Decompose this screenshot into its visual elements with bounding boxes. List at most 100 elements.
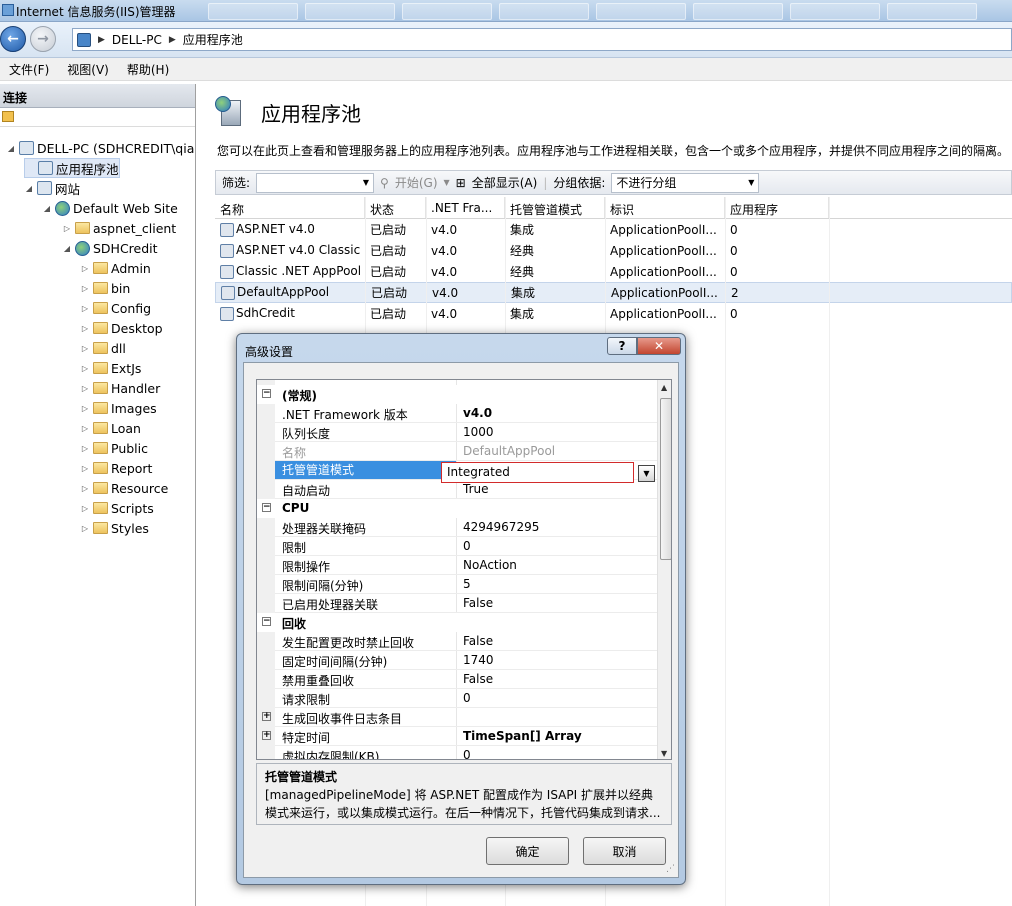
tree-node[interactable]: ◢ DELL-PC (SDHCREDIT\qian xyxy=(6,138,195,158)
tree-expander-icon[interactable]: ▷ xyxy=(80,484,90,493)
expand-icon[interactable]: + xyxy=(262,712,271,721)
tree-node[interactable]: ▷ dll xyxy=(80,338,126,358)
property-row[interactable]: 限制操作 NoAction xyxy=(257,556,660,575)
property-row[interactable]: + 生成回收事件日志条目 xyxy=(257,708,660,727)
taskbar-ghost xyxy=(887,3,977,20)
tree-node[interactable]: ▷ Resource xyxy=(80,478,168,498)
property-row[interactable]: 限制间隔(分钟) 5 xyxy=(257,575,660,594)
property-row[interactable]: 虚拟内存限制(KB) 0 xyxy=(257,746,660,759)
tree-node[interactable]: ▷ Images xyxy=(80,398,157,418)
column-header-identity[interactable]: 标识 xyxy=(605,197,725,218)
property-grid[interactable]: − (常规) .NET Framework 版本 v4.0 队列长度 1000 名称 Defa… xyxy=(256,379,672,760)
property-row[interactable]: 队列长度 1000 xyxy=(257,423,660,442)
column-header-name[interactable]: 名称 xyxy=(215,197,365,218)
start-button[interactable]: 开始(G) xyxy=(395,174,438,191)
close-button[interactable]: ✕ xyxy=(637,337,681,355)
back-button[interactable]: ← xyxy=(0,26,26,52)
tree-expander-icon[interactable]: ▷ xyxy=(80,284,90,293)
tree-node[interactable]: ▷ Public xyxy=(80,438,148,458)
property-category[interactable]: − (常规) xyxy=(257,385,660,404)
tree-expander-icon[interactable]: ▷ xyxy=(80,264,90,273)
connect-icon[interactable] xyxy=(2,111,14,122)
tree-expander-icon[interactable]: ◢ xyxy=(24,184,34,193)
tree-node[interactable]: ▷ Config xyxy=(80,298,151,318)
column-header-net[interactable]: .NET Fra... xyxy=(426,197,505,218)
tree-expander-icon[interactable]: ▷ xyxy=(80,384,90,393)
column-header-apps[interactable]: 应用程序 xyxy=(725,197,829,218)
tree-expander-icon[interactable]: ▷ xyxy=(80,304,90,313)
tree-node[interactable]: ▷ Desktop xyxy=(80,318,163,338)
property-row[interactable]: 处理器关联掩码 4294967295 xyxy=(257,518,660,537)
menu-help[interactable]: 帮助(H) xyxy=(118,61,178,78)
tree-node[interactable]: 应用程序池 xyxy=(24,158,120,178)
resize-grip-icon[interactable]: ⋰ xyxy=(666,864,675,874)
breadcrumb-app-pools[interactable]: 应用程序池 xyxy=(183,31,243,48)
tree-expander-icon[interactable]: ▷ xyxy=(80,404,90,413)
tree-node[interactable]: ◢ SDHCredit xyxy=(62,238,158,258)
app-pool-icon xyxy=(220,243,234,258)
property-row[interactable]: + 特定时间 TimeSpan[] Array xyxy=(257,727,660,746)
pipeline-mode-dropdown-button[interactable]: ▼ xyxy=(638,465,655,482)
tree-node[interactable]: ▷ Report xyxy=(80,458,153,478)
forward-button[interactable]: → xyxy=(30,26,56,52)
column-header-pipeline[interactable]: 托管管道模式 xyxy=(505,197,605,218)
scroll-down-icon[interactable]: ▼ xyxy=(661,749,667,758)
scrollbar-thumb[interactable] xyxy=(660,398,671,560)
help-button[interactable]: ? xyxy=(607,337,637,355)
tree-expander-icon[interactable]: ▷ xyxy=(62,224,72,233)
tree-expander-icon[interactable]: ▷ xyxy=(80,524,90,533)
show-all-button[interactable]: 全部显示(A) xyxy=(472,174,538,191)
tree-expander-icon[interactable]: ▷ xyxy=(80,324,90,333)
filter-input[interactable]: ▼ xyxy=(256,172,375,193)
property-category[interactable]: − 回收 xyxy=(257,613,660,632)
property-row[interactable]: 禁用重叠回收 False xyxy=(257,670,660,689)
tree-expander-icon[interactable]: ▷ xyxy=(80,364,90,373)
table-row[interactable]: SdhCredit 已启动 v4.0 集成 ApplicationPoolI... 0 xyxy=(215,303,1012,324)
property-row[interactable]: 已启用处理器关联 False xyxy=(257,594,660,613)
tree-expander-icon[interactable]: ▷ xyxy=(80,464,90,473)
cancel-button[interactable]: 取消 xyxy=(583,837,666,865)
tree-expander-icon[interactable]: ▷ xyxy=(80,344,90,353)
property-row[interactable]: 名称 DefaultAppPool xyxy=(257,442,660,461)
table-row[interactable]: ASP.NET v4.0 已启动 v4.0 集成 ApplicationPoolI...… xyxy=(215,219,1012,240)
property-grid-scrollbar[interactable]: ▲ ▼ xyxy=(657,380,671,759)
tree-node[interactable]: ▷ aspnet_client xyxy=(62,218,176,238)
property-row[interactable]: 请求限制 0 xyxy=(257,689,660,708)
table-row[interactable]: DefaultAppPool 已启动 v4.0 集成 ApplicationPoolI.… xyxy=(215,282,1012,303)
property-row[interactable]: .NET Framework 版本 v4.0 xyxy=(257,404,660,423)
tree-node[interactable]: ▷ Admin xyxy=(80,258,151,278)
collapse-icon[interactable]: − xyxy=(262,503,271,512)
group-by-select[interactable]: 不进行分组 ▼ xyxy=(611,172,760,193)
scroll-up-icon[interactable]: ▲ xyxy=(661,383,667,392)
tree-expander-icon[interactable]: ◢ xyxy=(6,144,16,153)
tree-node[interactable]: ◢ Default Web Site xyxy=(42,198,178,218)
property-row[interactable]: 发生配置更改时禁止回收 False xyxy=(257,632,660,651)
ok-button[interactable]: 确定 xyxy=(486,837,569,865)
property-row[interactable]: 限制 0 xyxy=(257,537,660,556)
tree-node[interactable]: ◢ 网站 xyxy=(24,178,80,198)
tree-node[interactable]: ▷ Scripts xyxy=(80,498,154,518)
tree-expander-icon[interactable]: ▷ xyxy=(80,504,90,513)
menu-file[interactable]: 文件(F) xyxy=(0,61,58,78)
table-row[interactable]: Classic .NET AppPool 已启动 v4.0 经典 Application… xyxy=(215,261,1012,282)
collapse-icon[interactable]: − xyxy=(262,389,271,398)
tree-expander-icon[interactable]: ▷ xyxy=(80,424,90,433)
tree-node[interactable]: ▷ Loan xyxy=(80,418,141,438)
expand-icon[interactable]: + xyxy=(262,731,271,740)
address-bar[interactable]: ▶ DELL-PC ▶ 应用程序池 xyxy=(72,28,1012,51)
property-row[interactable]: 固定时间间隔(分钟) 1740 xyxy=(257,651,660,670)
property-category[interactable]: − CPU xyxy=(257,499,660,518)
table-row[interactable]: ASP.NET v4.0 Classic 已启动 v4.0 经典 Application… xyxy=(215,240,1012,261)
tree-node[interactable]: ▷ ExtJs xyxy=(80,358,141,378)
tree-node[interactable]: ▷ Styles xyxy=(80,518,149,538)
breadcrumb-server[interactable]: DELL-PC xyxy=(112,33,162,47)
tree-node[interactable]: ▷ Handler xyxy=(80,378,160,398)
tree-expander-icon[interactable]: ◢ xyxy=(42,204,52,213)
collapse-icon[interactable]: − xyxy=(262,617,271,626)
menu-view[interactable]: 视图(V) xyxy=(58,61,118,78)
tree-expander-icon[interactable]: ▷ xyxy=(80,444,90,453)
tree-node[interactable]: ▷ bin xyxy=(80,278,130,298)
tree-expander-icon[interactable]: ◢ xyxy=(62,244,72,253)
pipeline-mode-value-editor[interactable]: Integrated xyxy=(441,462,634,483)
column-header-status[interactable]: 状态 xyxy=(365,197,426,218)
